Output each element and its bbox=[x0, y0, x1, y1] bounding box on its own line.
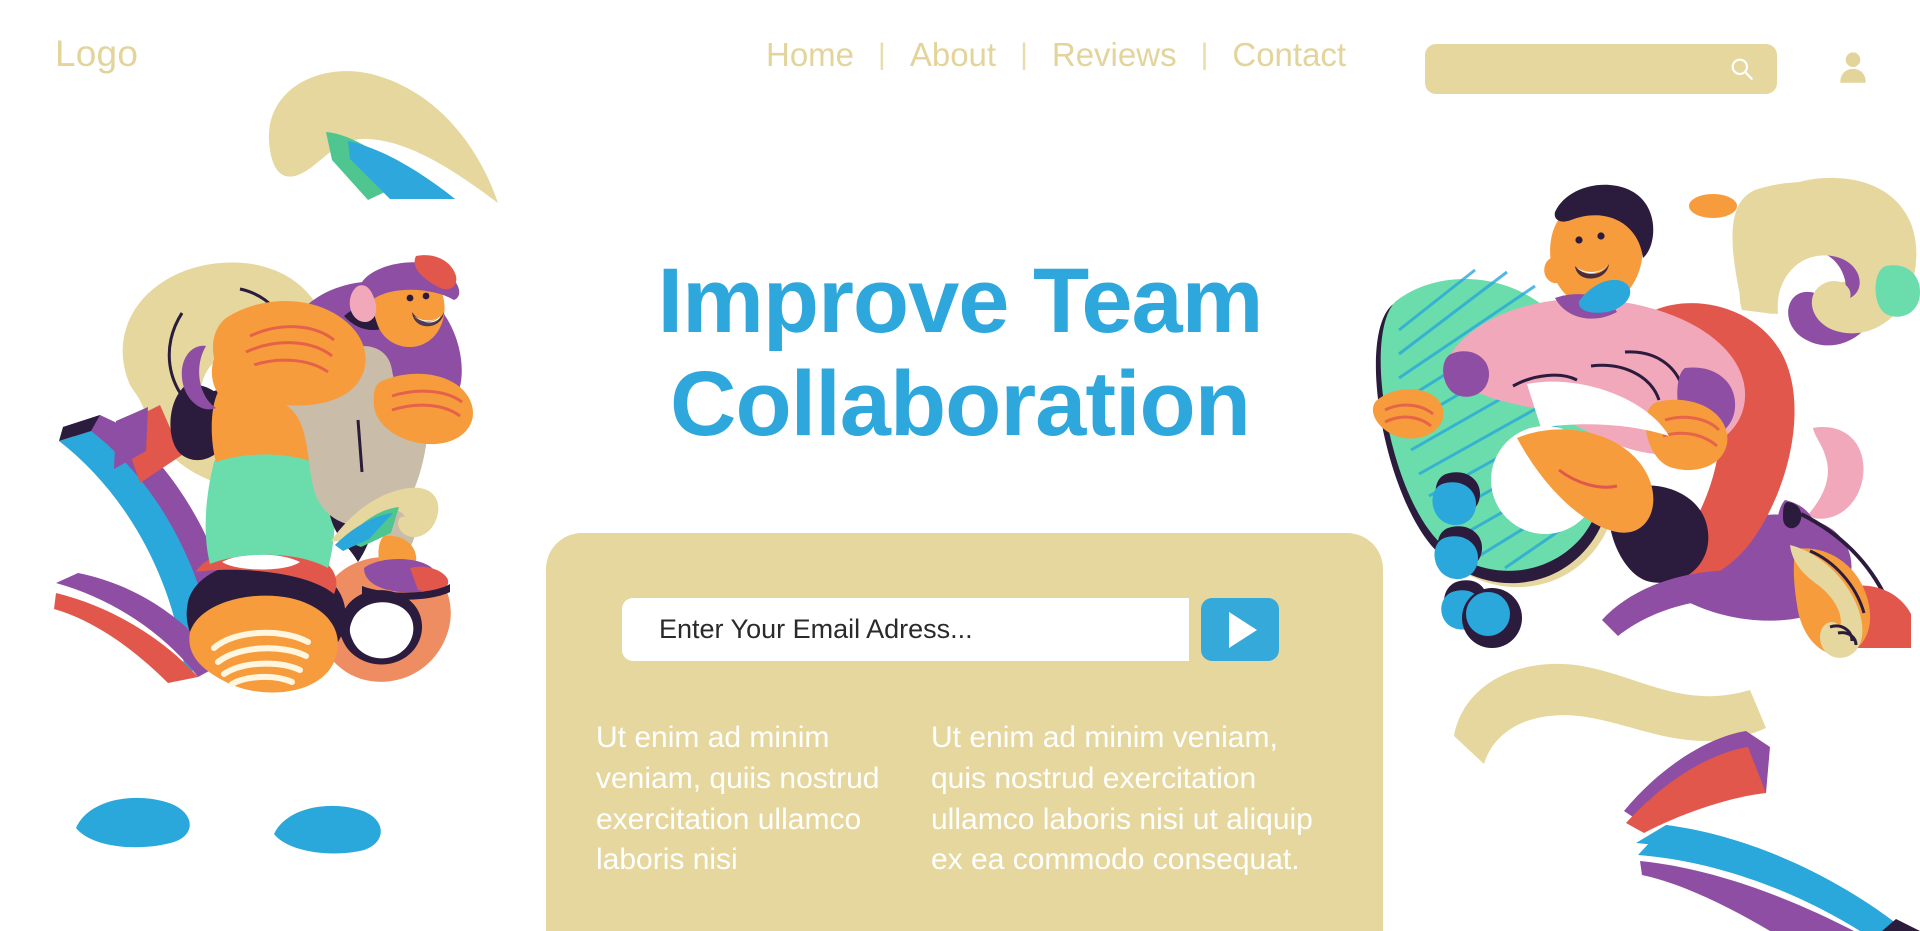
decor-wheel-stack-right bbox=[1432, 472, 1522, 648]
play-triangle-icon bbox=[1229, 611, 1257, 648]
navbar: Logo Home | About | Reviews | Contact bbox=[0, 0, 1920, 104]
decor-ribbon-red-right bbox=[1624, 731, 1770, 833]
decor-beige-wave-right bbox=[1454, 663, 1766, 764]
decor-purple-arc-right bbox=[1602, 570, 1774, 636]
nav-separator-1: | bbox=[878, 38, 886, 71]
nav-item-contact[interactable]: Contact bbox=[1228, 36, 1350, 74]
email-input[interactable] bbox=[622, 598, 1189, 661]
headline-line-1: Improve Team bbox=[657, 250, 1264, 352]
nav-separator-3: | bbox=[1200, 38, 1209, 71]
decor-curve-red-left bbox=[54, 573, 220, 683]
nav-separator-2: | bbox=[1020, 38, 1028, 71]
decor-ribbon-blue-right bbox=[1636, 825, 1920, 931]
decor-beige-arrow-mid bbox=[331, 487, 439, 551]
decor-right-foot-shoe bbox=[1790, 545, 1871, 658]
signup-card: Ut enim ad minim veniam, quiis nostrud e… bbox=[546, 533, 1383, 931]
body-text-right: Ut enim ad minim veniam, quis nostrud ex… bbox=[931, 721, 1313, 877]
signup-form bbox=[622, 598, 1279, 661]
nav-item-reviews[interactable]: Reviews bbox=[1048, 36, 1181, 74]
headline-line-2: Collaboration bbox=[670, 353, 1251, 456]
logo[interactable]: Logo bbox=[55, 33, 138, 75]
decor-peach-blob-left bbox=[317, 556, 451, 682]
signup-body-columns: Ut enim ad minim veniam, quiis nostrud e… bbox=[596, 718, 1356, 881]
landing-page: Improve Team Collaboration Ut enim ad mi… bbox=[0, 0, 1920, 931]
nav-links: Home | About | Reviews | Contact bbox=[762, 36, 1350, 74]
body-text-left: Ut enim ad minim veniam, quiis nostrud e… bbox=[596, 721, 880, 877]
decor-blue-blob-bottom-left-2 bbox=[274, 805, 381, 854]
nav-item-about[interactable]: About bbox=[906, 36, 1000, 74]
page-title: Improve Team Collaboration bbox=[0, 250, 1920, 456]
submit-button[interactable] bbox=[1201, 598, 1279, 661]
nav-item-home[interactable]: Home bbox=[762, 36, 858, 74]
search-box[interactable] bbox=[1425, 44, 1777, 94]
decor-blue-blob-bottom-left bbox=[76, 797, 190, 848]
search-icon[interactable] bbox=[1729, 56, 1755, 82]
user-icon[interactable] bbox=[1838, 50, 1868, 84]
